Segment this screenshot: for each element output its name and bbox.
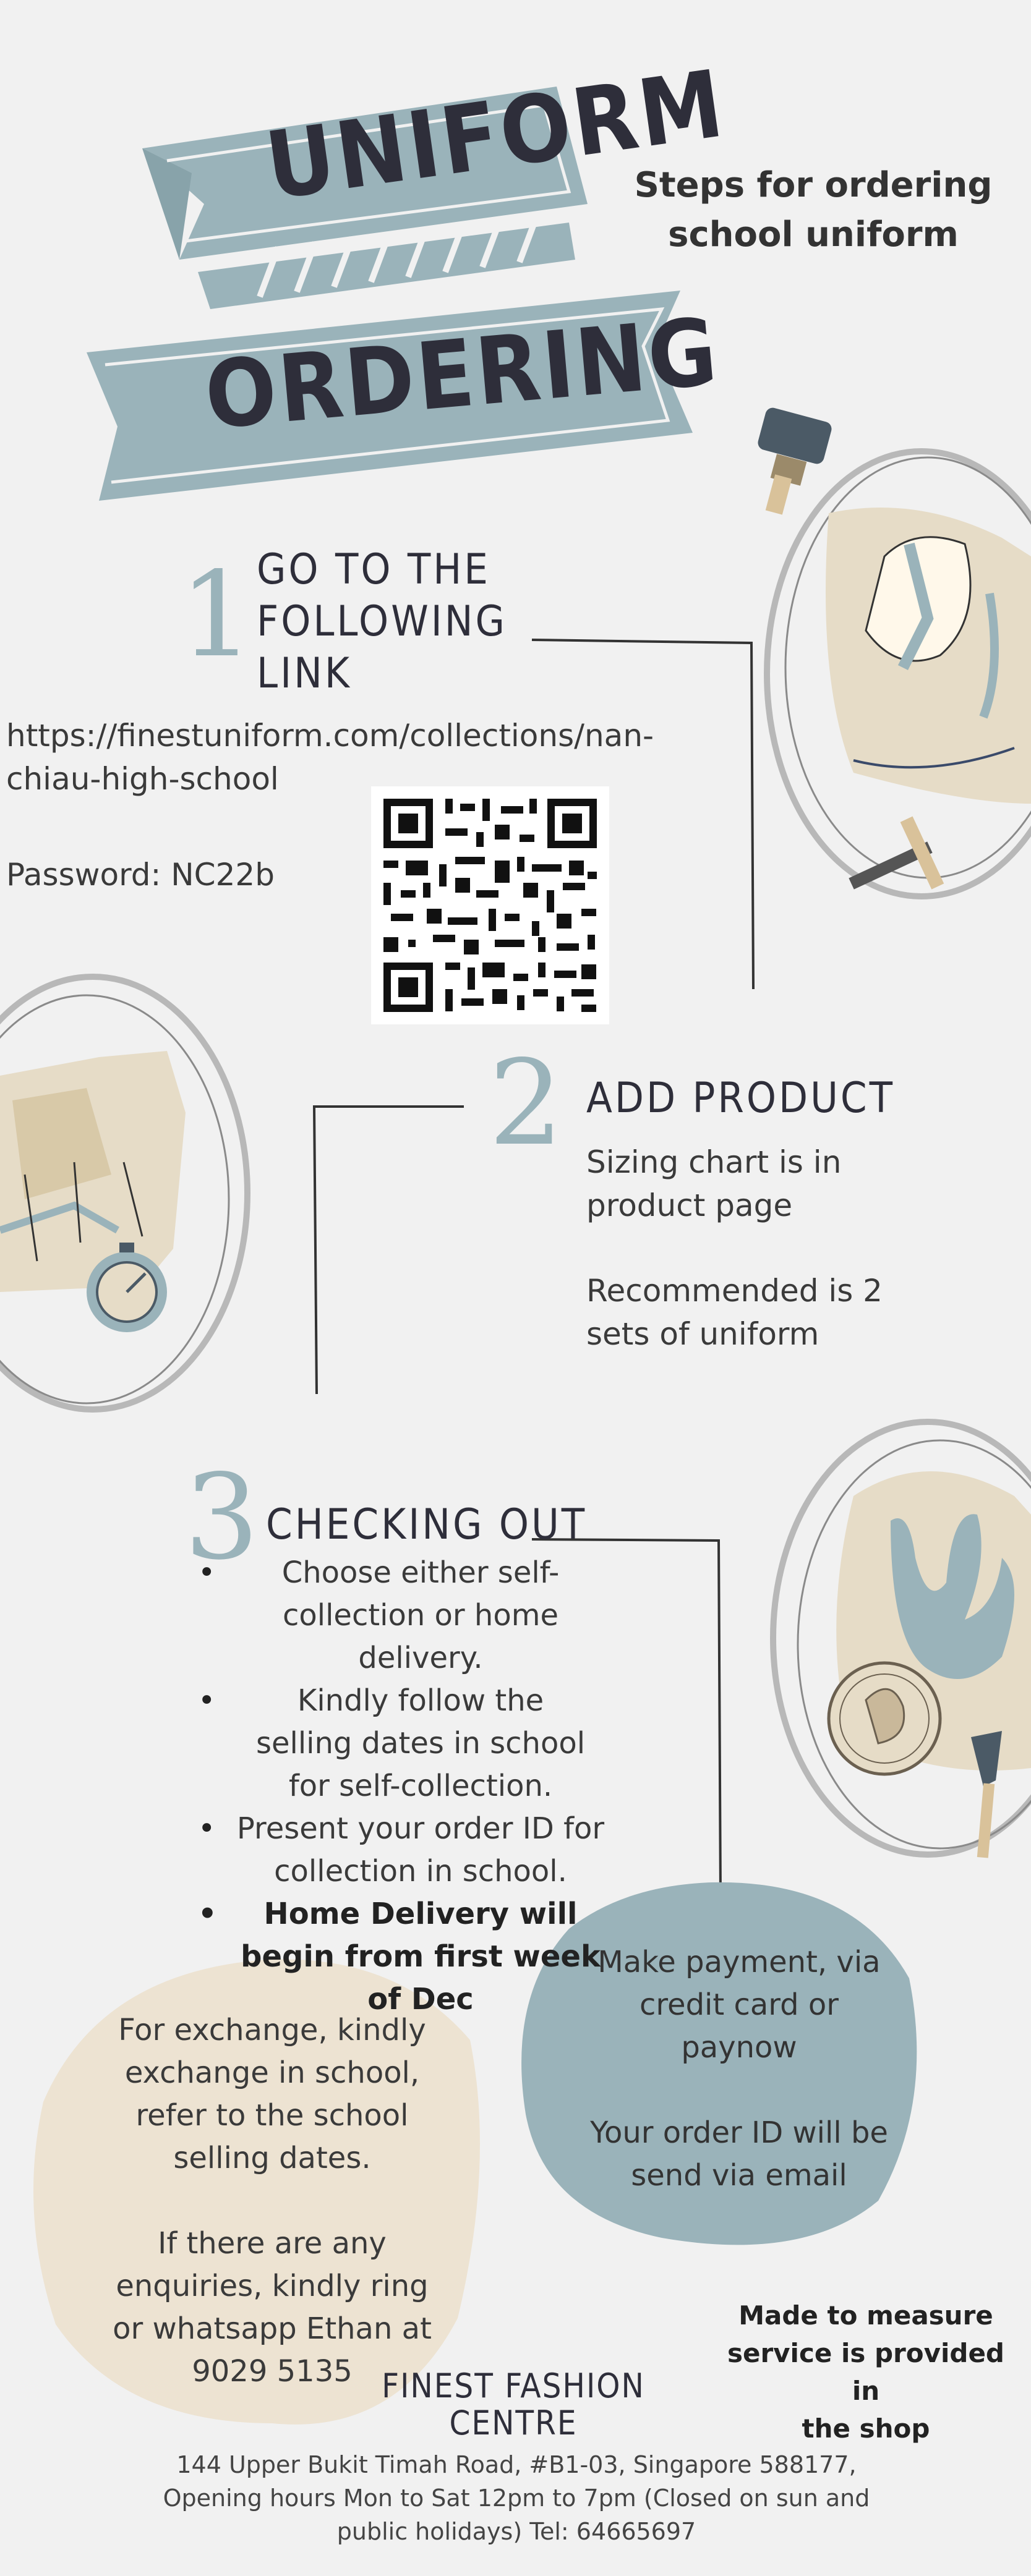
exchange-line5: If there are any [158,2226,387,2261]
map-illustration [0,974,250,1413]
step2-text2-line2: sets of uniform [586,1316,819,1352]
step2-text1-line1: Sizing chart is in [586,1144,842,1180]
shop-name-line2: CENTRE [449,2404,578,2442]
step1-heading-line1: GO TO THE [257,545,490,594]
subtitle-line1: Steps for ordering [634,165,993,205]
shop-name: FINEST FASHION CENTRE [359,2368,668,2442]
step2-text2-line1: Recommended is 2 [586,1273,883,1309]
list-item: Kindly follow the selling dates in schoo… [198,1680,631,1808]
shop-address: 144 Upper Bukit Timah Road, #B1-03, Sing… [124,2448,909,2548]
step1-heading-line3: LINK [257,649,352,698]
measure-line3: the shop [802,2413,930,2444]
step2-text: Sizing chart is in product page Recommen… [586,1141,957,1356]
step3-heading: CHECKING OUT [266,1500,588,1549]
payment-line4: Your order ID will be [590,2115,888,2150]
exchange-line7: or whatsapp Ethan at [113,2311,432,2346]
list-item: Present your order ID for collection in … [198,1808,631,1893]
exchange-line4: selling dates. [173,2141,371,2175]
exchange-line1: For exchange, kindly [118,2013,426,2047]
exchange-line2: exchange in school, [124,2055,420,2090]
pickaxe-icon [849,816,944,890]
measure-note: Made to measure service is provided in t… [711,2297,1020,2447]
address-line2: Opening hours Mon to Sat 12pm to 7pm (Cl… [163,2485,870,2512]
payment-info: Make payment, via credit card or paynow … [557,1941,922,2197]
list-item: Choose either self-collection or home de… [198,1552,631,1680]
address-line1: 144 Upper Bukit Timah Road, #B1-03, Sing… [176,2451,857,2478]
shop-name-line1: FINEST FASHION [382,2366,645,2405]
exchange-line6: enquiries, kindly ring [116,2269,429,2303]
paintbrush-icon [758,407,832,515]
exchange-info: For exchange, kindly exchange in school,… [80,2009,464,2393]
address-line3: public holidays) Tel: 64665697 [336,2518,696,2545]
payment-line5: send via email [631,2158,847,2193]
exchange-line3: refer to the school [135,2098,409,2133]
payment-line3: paynow [681,2030,797,2065]
step2-text1-line2: product page [586,1188,793,1223]
step1-heading: GO TO THE FOLLOWING LINK [257,544,507,700]
order-link-line1[interactable]: https://finestuniform.com/collections/na… [6,714,687,757]
order-link-line2[interactable]: chiau-high-school [6,757,687,801]
step2-heading: ADD PRODUCT [586,1074,896,1123]
trowel-icon [971,1731,1002,1858]
fossil-illustration [764,448,1031,899]
step1-number: 1 [179,546,254,683]
coin-icon [827,1661,942,1776]
payment-line1: Make payment, via [597,1945,881,1979]
password-text: Password: NC22b [6,857,275,893]
payment-line2: credit card or [639,1987,839,2022]
step1-heading-line2: FOLLOWING [257,597,507,646]
measure-line2: service is provided in [727,2338,1004,2406]
page-subtitle: Steps for ordering school uniform [631,161,996,260]
step2-number: 2 [489,1035,563,1171]
qr-code-icon [371,786,609,1024]
measure-line1: Made to measure [738,2300,993,2331]
order-link[interactable]: https://finestuniform.com/collections/na… [6,714,687,801]
subtitle-line2: school uniform [668,215,959,255]
